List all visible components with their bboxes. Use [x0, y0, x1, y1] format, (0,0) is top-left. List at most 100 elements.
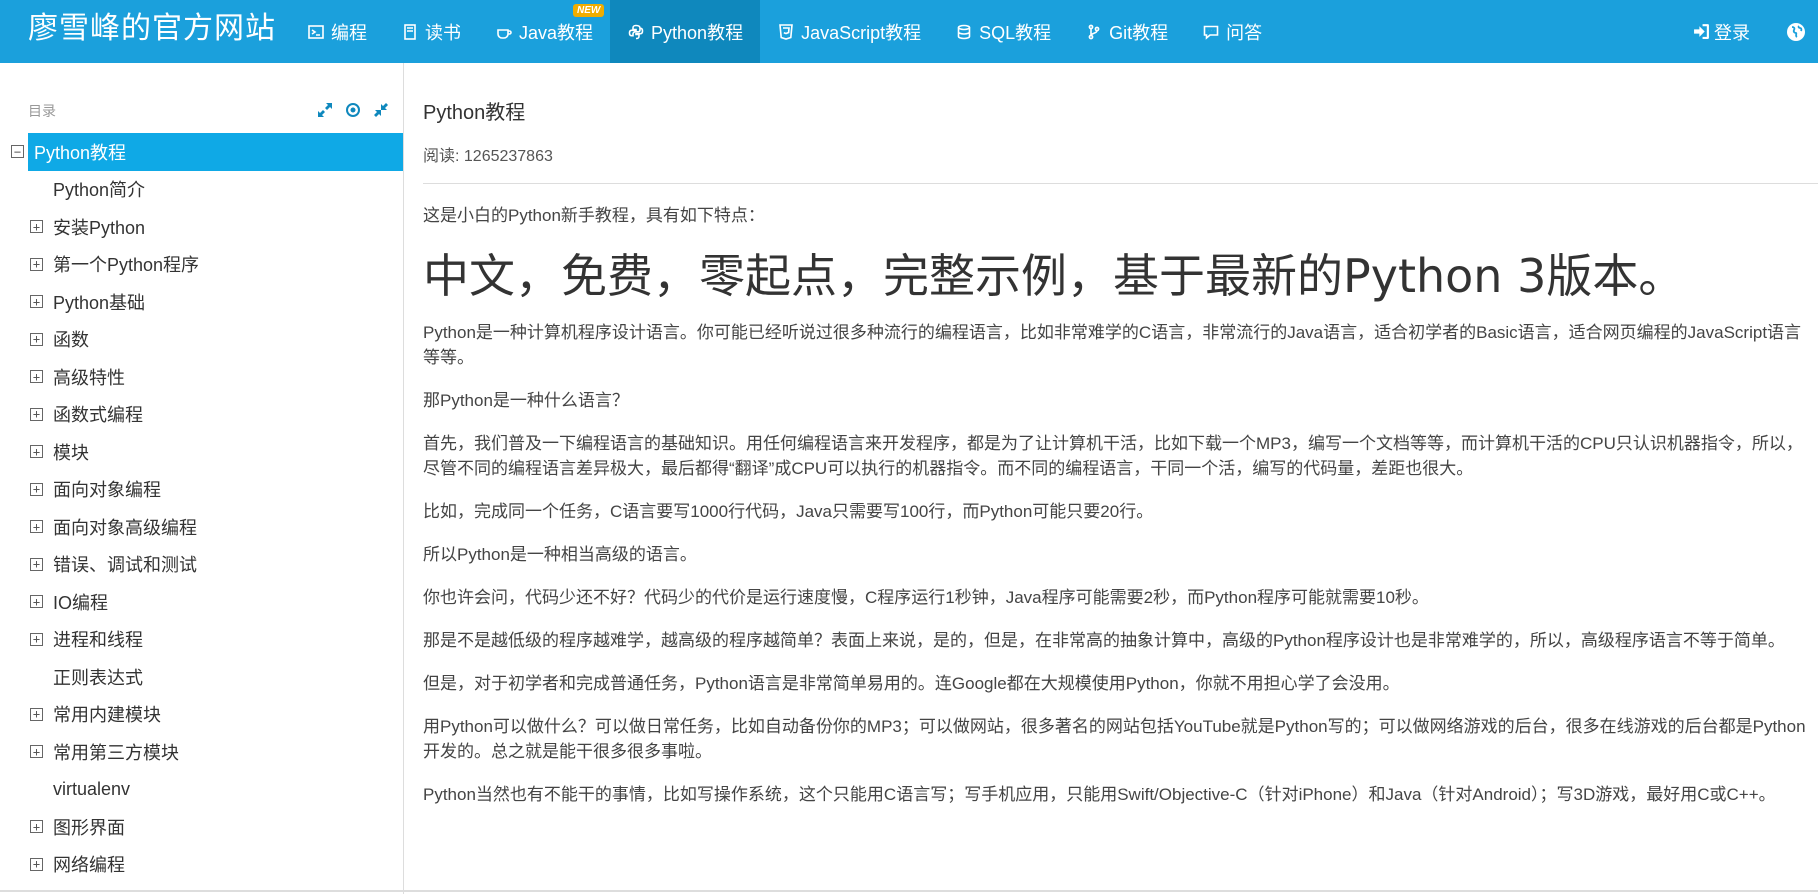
toc-item-label: 函数	[53, 330, 89, 351]
python-icon	[627, 23, 645, 41]
coffee-icon	[495, 23, 513, 41]
new-badge: NEW	[573, 4, 605, 17]
login-button[interactable]: 登录	[1693, 19, 1750, 45]
toc-item[interactable]: + 常用内建模块	[0, 696, 403, 734]
divider	[423, 183, 1818, 184]
article-paragraph: 比如，完成同一个任务，C语言要写1000行代码，Java只需要写100行，而Py…	[423, 502, 1154, 521]
bottom-border	[0, 890, 1818, 892]
toc-item[interactable]: + 面向对象编程	[0, 471, 403, 509]
toc-item-label: Python教程	[28, 133, 403, 171]
terminal-icon	[307, 23, 325, 41]
toc-item-label: 图形界面	[53, 817, 125, 838]
sign-in-icon	[1694, 24, 1709, 39]
article-paragraph: 所以Python是一种相当高级的语言。	[423, 545, 697, 564]
collapse-icon[interactable]	[372, 101, 390, 119]
article-paragraph: 那是不是越低级的程序越难学，越高级的程序越简单？表面上来说，是的，但是，在非常高…	[423, 631, 1785, 650]
expand-toggle-icon[interactable]: +	[30, 370, 43, 384]
toc-item[interactable]: + 常用第三方模块	[0, 733, 403, 771]
expand-toggle-icon[interactable]: +	[30, 707, 43, 721]
article-paragraph: 用Python可以做什么？可以做日常任务，比如自动备份你的MP3；可以做网站，很…	[423, 717, 1806, 761]
locate-icon[interactable]	[344, 101, 362, 119]
site-brand[interactable]: 廖雪峰的官方网站	[28, 0, 276, 63]
main-content: Python教程 阅读: 1265237863 这是小白的Python新手教程，…	[423, 63, 1818, 894]
expand-toggle-icon[interactable]: +	[30, 520, 43, 534]
sidebar-toc: 目录 − Python教程 Python简介 + 安装Python + 第一个Python程…	[0, 63, 404, 894]
toc-item-label: 第一个Python程序	[53, 255, 200, 276]
database-icon	[955, 23, 973, 41]
comment-icon	[1202, 23, 1220, 41]
toc-item[interactable]: + 第一个Python程序	[0, 246, 403, 284]
expand-toggle-icon[interactable]: +	[30, 820, 43, 834]
toc-item-label: virtualenv	[53, 778, 131, 799]
expand-toggle-icon[interactable]: +	[30, 745, 43, 759]
expand-toggle-icon[interactable]: +	[30, 632, 43, 646]
toc-item[interactable]: + 面向对象高级编程	[0, 508, 403, 546]
toc-item[interactable]: 正则表达式	[0, 658, 403, 696]
article-title: Python教程	[423, 102, 526, 124]
toc-item-label: 网络编程	[53, 855, 125, 876]
toc-item[interactable]: + 网络编程	[0, 846, 403, 884]
toc-item-label: 安装Python	[53, 217, 146, 238]
toc-item-label: Python简介	[53, 180, 146, 201]
expand-toggle-icon[interactable]: +	[30, 595, 43, 609]
expand-toggle-icon[interactable]: +	[30, 557, 43, 571]
nav-item-javascript[interactable]: JavaScript教程	[760, 0, 938, 63]
toc-item-label: 函数式编程	[53, 405, 143, 426]
toc-item[interactable]: + 函数	[0, 321, 403, 359]
toc-item-label: 错误、调试和测试	[53, 555, 197, 576]
collapse-toggle-icon[interactable]: −	[11, 145, 24, 159]
article-paragraph: Python当然也有不能干的事情，比如写操作系统，这个只能用C语言写；写手机应用…	[423, 785, 1776, 804]
toc-item[interactable]: + 图形界面	[0, 808, 403, 846]
toc-item[interactable]: + 安装Python	[0, 208, 403, 246]
article-paragraphs: Python是一种计算机程序设计语言。你可能已经听说过很多种流行的编程语言，比如…	[423, 320, 1813, 807]
expand-toggle-icon[interactable]: +	[30, 332, 43, 346]
toc-list: − Python教程 Python简介 + 安装Python + 第一个Python程序 + P…	[0, 133, 403, 883]
git-branch-icon	[1085, 23, 1103, 41]
toc-item[interactable]: + 进程和线程	[0, 621, 403, 659]
toc-tools	[316, 101, 390, 119]
article-paragraph: 那Python是一种什么语言？	[423, 391, 629, 410]
toc-item[interactable]: Python简介	[0, 171, 403, 209]
expand-toggle-icon[interactable]: +	[30, 295, 43, 309]
expand-toggle-icon[interactable]: +	[30, 220, 43, 234]
article-paragraph: 你也许会问，代码少还不好？代码少的代价是运行速度慢，C程序运行1秒钟，Java程…	[423, 588, 1429, 607]
article-body: 这是小白的Python新手教程，具有如下特点： 中文，免费，零起点，完整示例，基…	[423, 203, 1813, 825]
expand-toggle-icon[interactable]: +	[30, 407, 43, 421]
top-navbar: 廖雪峰的官方网站 编程 读书 Java教程 NEW Python教程 JavaS…	[0, 0, 1818, 63]
toc-item[interactable]: + Python基础	[0, 283, 403, 321]
toc-item[interactable]: + 模块	[0, 433, 403, 471]
toc-item[interactable]: + 错误、调试和测试	[0, 546, 403, 584]
toc-item[interactable]: + 函数式编程	[0, 396, 403, 434]
expand-icon[interactable]	[316, 101, 334, 119]
toc-item-label: 面向对象高级编程	[53, 517, 197, 538]
nav-item-qa[interactable]: 问答	[1185, 0, 1279, 63]
nav-item-books[interactable]: 读书	[384, 0, 478, 63]
globe-icon[interactable]	[1786, 22, 1806, 42]
article-paragraph: 但是，对于初学者和完成普通任务，Python语言是非常简单易用的。连Google…	[423, 674, 1400, 693]
article-paragraph: Python是一种计算机程序设计语言。你可能已经听说过很多种流行的编程语言，比如…	[423, 323, 1802, 367]
article-paragraph: 首先，我们普及一下编程语言的基础知识。用任何编程语言来开发程序，都是为了让计算机…	[423, 434, 1803, 478]
nav-item-python[interactable]: Python教程	[610, 0, 761, 63]
expand-toggle-icon[interactable]: +	[30, 257, 43, 271]
toc-heading: 目录	[28, 103, 56, 119]
intro-paragraph: 这是小白的Python新手教程，具有如下特点：	[423, 206, 765, 225]
nav-item-programming[interactable]: 编程	[290, 0, 384, 63]
toc-item-label: IO编程	[53, 592, 109, 613]
expand-toggle-icon[interactable]: +	[30, 857, 43, 871]
html5-icon	[777, 23, 795, 41]
toc-item-label: 正则表达式	[53, 667, 143, 688]
article-headline: 中文，免费，零起点，完整示例，基于最新的Python 3版本。	[423, 249, 1685, 303]
toc-item-label: 模块	[53, 442, 89, 463]
toc-item-label: 常用第三方模块	[53, 742, 179, 763]
toc-item[interactable]: + IO编程	[0, 583, 403, 621]
book-icon	[401, 23, 419, 41]
expand-toggle-icon[interactable]: +	[30, 445, 43, 459]
nav-item-git[interactable]: Git教程	[1068, 0, 1185, 63]
toc-item[interactable]: virtualenv	[0, 771, 403, 809]
toc-item[interactable]: + 高级特性	[0, 358, 403, 396]
nav-item-sql[interactable]: SQL教程	[938, 0, 1068, 63]
toc-item[interactable]: − Python教程	[0, 133, 403, 171]
nav-right: 登录	[1693, 0, 1818, 63]
nav-item-java[interactable]: Java教程 NEW	[478, 0, 610, 63]
expand-toggle-icon[interactable]: +	[30, 482, 43, 496]
